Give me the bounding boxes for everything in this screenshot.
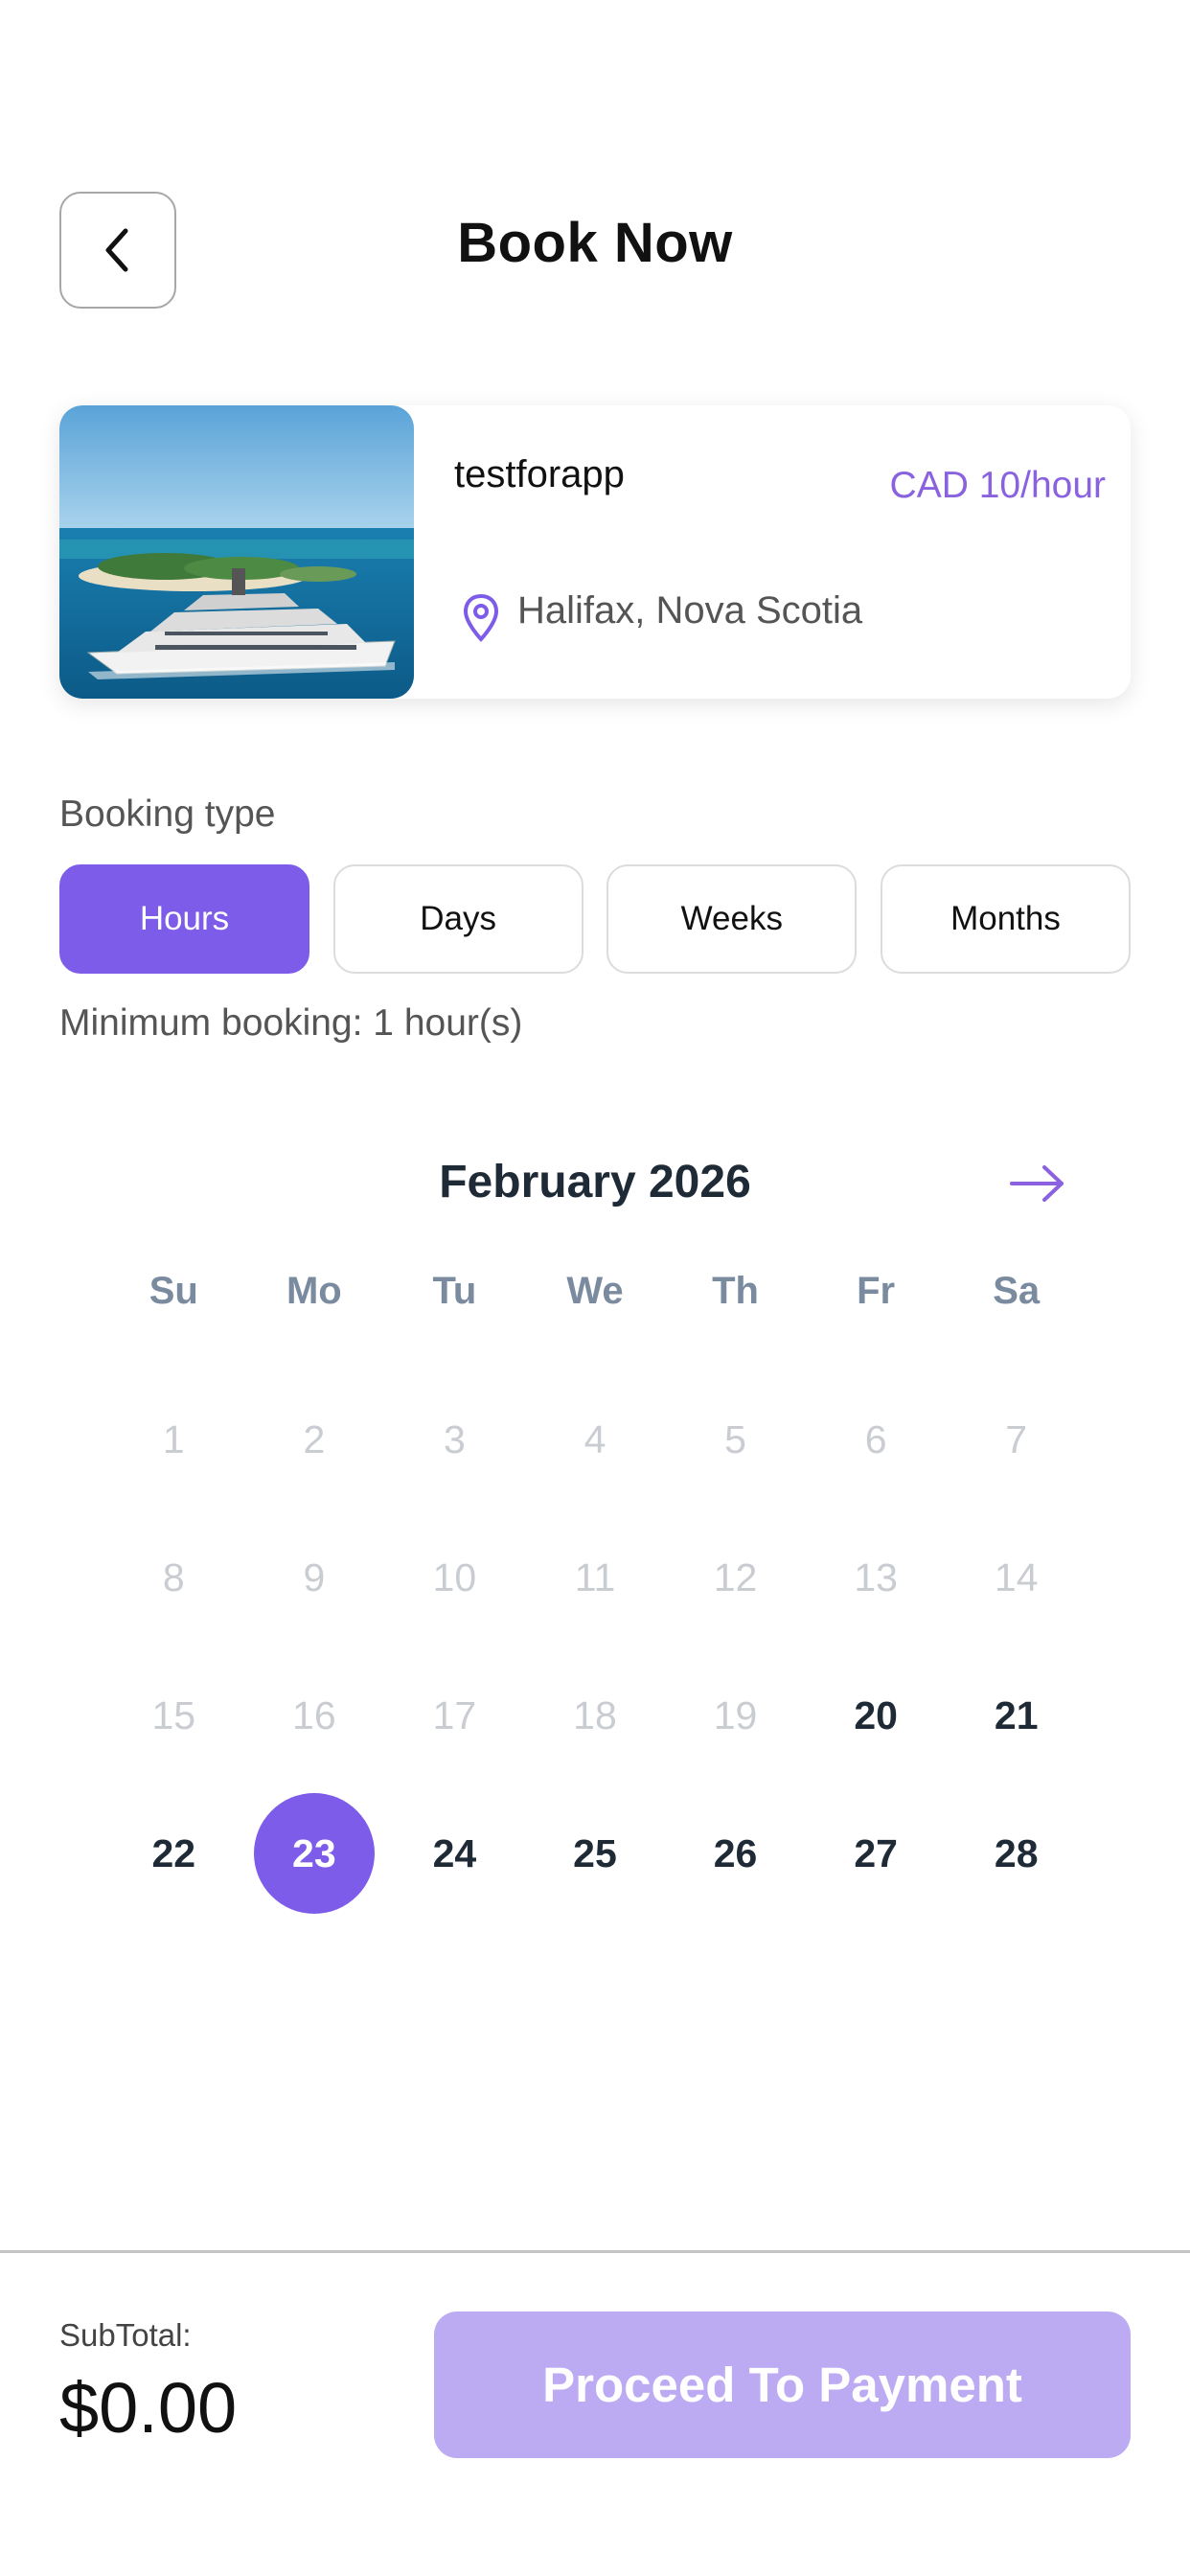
calendar-day-number: 22 <box>151 1830 196 1875</box>
calendar-day: 8 <box>103 1508 244 1646</box>
calendar-day-number: 15 <box>151 1692 196 1737</box>
calendar-day: 3 <box>384 1370 525 1508</box>
weekday-label: Tu <box>432 1270 477 1312</box>
calendar-day: 16 <box>244 1646 385 1784</box>
calendar-day-number: 24 <box>432 1830 477 1875</box>
calendar-day-number: 23 <box>253 1793 375 1914</box>
calendar-day-number: 17 <box>432 1692 477 1737</box>
calendar-day-number: 20 <box>854 1692 898 1737</box>
calendar-day: 19 <box>665 1646 806 1784</box>
calendar-day[interactable]: 25 <box>525 1784 666 1922</box>
calendar-day: 4 <box>525 1370 666 1508</box>
booking-type-label: Booking type <box>59 794 276 835</box>
booking-type-weeks[interactable]: Weeks <box>606 864 858 974</box>
calendar-day-number: 11 <box>574 1554 616 1599</box>
listing-card[interactable]: testforapp CAD 10/hour Halifax, Nova Sco… <box>59 405 1131 699</box>
calendar-day-number: 26 <box>713 1830 758 1875</box>
calendar-day: 1 <box>103 1370 244 1508</box>
calendar-day-number: 16 <box>292 1692 336 1737</box>
minimum-booking-text: Minimum booking: 1 hour(s) <box>59 1002 523 1044</box>
calendar-day-number: 21 <box>994 1692 1039 1737</box>
calendar-day-number: 25 <box>573 1830 617 1875</box>
arrow-right-icon[interactable] <box>1008 1160 1067 1208</box>
calendar-day-number: 19 <box>713 1692 758 1737</box>
weekday-label: Sa <box>993 1270 1041 1312</box>
calendar-day: 5 <box>665 1370 806 1508</box>
calendar-day-number: 27 <box>854 1830 898 1875</box>
subtotal-value: $0.00 <box>59 2368 238 2448</box>
calendar-day-number: 9 <box>303 1554 326 1599</box>
map-pin-icon <box>463 593 499 642</box>
proceed-to-payment-button[interactable]: Proceed To Payment <box>434 2312 1131 2458</box>
calendar-day[interactable]: 21 <box>946 1646 1087 1784</box>
booking-type-selector: Hours Days Weeks Months <box>59 864 1131 974</box>
calendar-day: 6 <box>806 1370 947 1508</box>
calendar-day: 17 <box>384 1646 525 1784</box>
calendar-day-number: 13 <box>854 1554 898 1599</box>
calendar-day-number: 1 <box>162 1416 185 1461</box>
calendar-day[interactable]: 28 <box>946 1784 1087 1922</box>
listing-name: testforapp <box>454 453 625 495</box>
calendar-day-number: 7 <box>1005 1416 1028 1461</box>
calendar-day[interactable]: 27 <box>806 1784 947 1922</box>
calendar-day: 13 <box>806 1508 947 1646</box>
listing-price: CAD 10/hour <box>889 465 1106 506</box>
calendar-day-number: 18 <box>573 1692 617 1737</box>
calendar-day-number: 14 <box>994 1554 1039 1599</box>
page-title: Book Now <box>457 212 733 274</box>
subtotal-label: SubTotal: <box>59 2317 192 2353</box>
calendar-day[interactable]: 22 <box>103 1784 244 1922</box>
calendar-day: 15 <box>103 1646 244 1784</box>
calendar-day: 14 <box>946 1508 1087 1646</box>
calendar-weekday-header: Su Mo Tu We Th Fr Sa <box>103 1270 1087 1327</box>
calendar-day-number: 10 <box>432 1554 477 1599</box>
calendar-day[interactable]: 24 <box>384 1784 525 1922</box>
calendar-day-number: 2 <box>303 1416 326 1461</box>
calendar-day-number: 8 <box>162 1554 185 1599</box>
weekday-label: We <box>566 1270 624 1312</box>
calendar-day: 18 <box>525 1646 666 1784</box>
calendar-day-number: 28 <box>994 1830 1039 1875</box>
booking-type-days[interactable]: Days <box>332 864 584 974</box>
calendar-day: 10 <box>384 1508 525 1646</box>
yacht-image <box>59 405 414 699</box>
calendar-days-grid: 1 2 3 4 5 6 7 8 9 10 11 12 13 14 15 16 17 18 19 20 21 22 23 24 2… <box>103 1370 1087 1922</box>
calendar-day-number: 3 <box>444 1416 466 1461</box>
weekday-label: Th <box>712 1270 759 1312</box>
weekday-label: Su <box>149 1270 198 1312</box>
calendar-day: 2 <box>244 1370 385 1508</box>
calendar-day-number: 5 <box>724 1416 746 1461</box>
calendar-day: 7 <box>946 1370 1087 1508</box>
weekday-label: Mo <box>286 1270 342 1312</box>
footer-divider <box>0 2250 1190 2253</box>
listing-location: Halifax, Nova Scotia <box>517 589 863 632</box>
calendar-day[interactable]: 20 <box>806 1646 947 1784</box>
booking-type-months[interactable]: Months <box>880 864 1131 974</box>
calendar-day: 12 <box>665 1508 806 1646</box>
calendar-day-number: 12 <box>713 1554 758 1599</box>
calendar-day-selected[interactable]: 23 <box>244 1784 385 1922</box>
calendar-day: 11 <box>525 1508 666 1646</box>
booking-type-hours[interactable]: Hours <box>59 864 309 974</box>
calendar-day-number: 6 <box>864 1416 887 1461</box>
calendar-day[interactable]: 26 <box>665 1784 806 1922</box>
calendar-day: 9 <box>244 1508 385 1646</box>
calendar-day-number: 4 <box>584 1416 606 1461</box>
weekday-label: Fr <box>857 1270 896 1312</box>
book-now-screen: Book Now testforapp CAD 10/hour Halifax,… <box>0 0 1190 2576</box>
